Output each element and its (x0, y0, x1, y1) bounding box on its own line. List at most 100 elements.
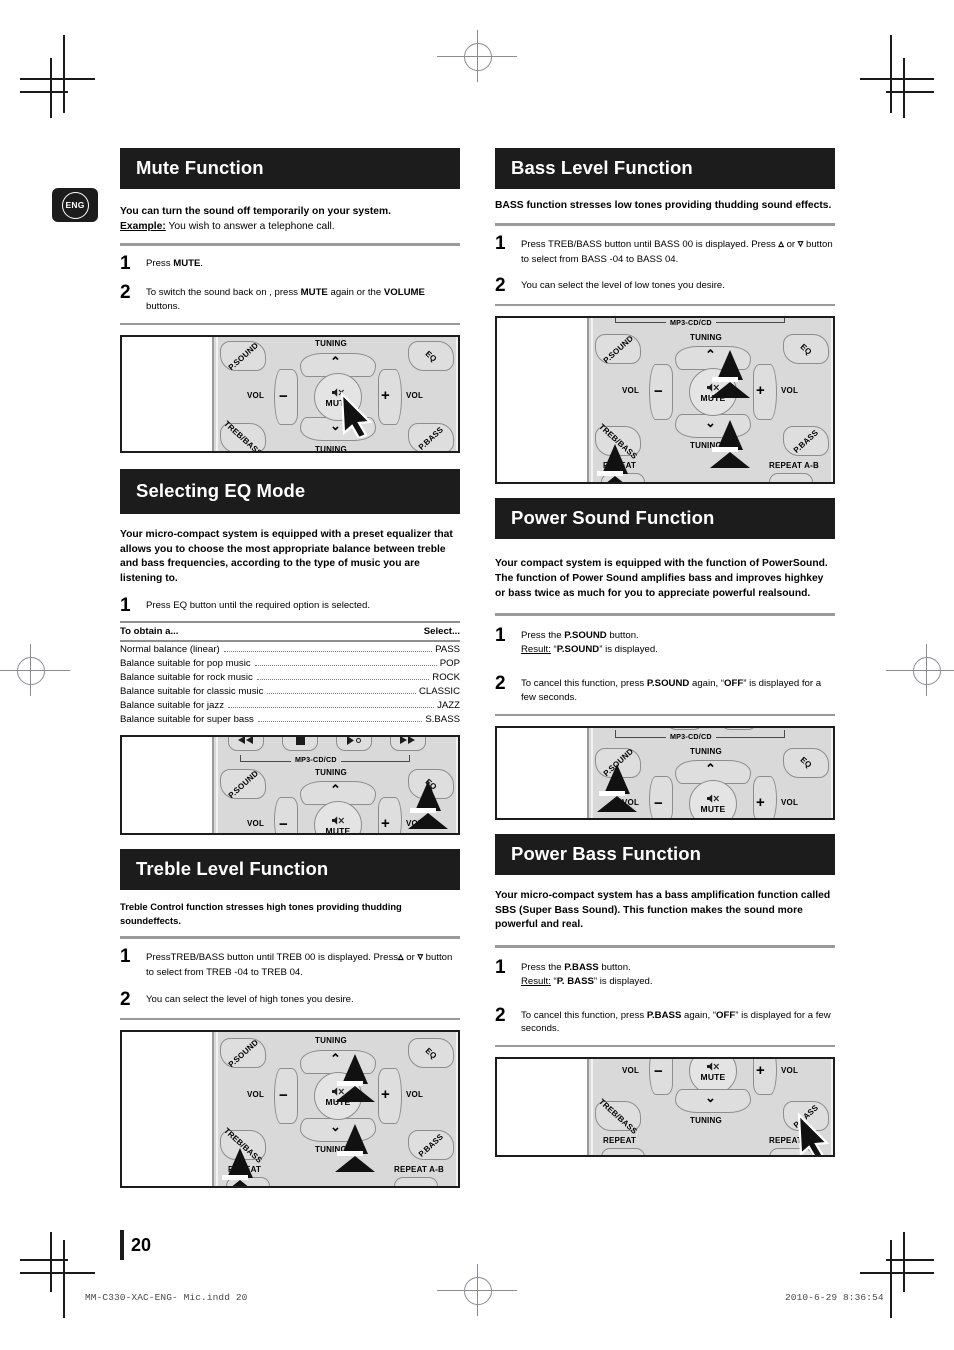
diagram-mute-remote: P.SOUND EQ TREB/BASS P.BASS TUNING TUNIN… (120, 335, 460, 454)
eq-row-label: Balance suitable for classic music (120, 685, 264, 697)
crop-mark-tl-h (20, 78, 95, 80)
chevron-up-icon: ⌃ (330, 782, 341, 798)
remote-label-mp3-cd: MP3-CD/CD (291, 755, 341, 765)
registration-line-right-v (926, 644, 927, 696)
callout-triangle-foot (335, 1086, 375, 1102)
remote-button-psound-label: P.SOUND (601, 333, 635, 366)
language-tab-eng: ENG (52, 188, 98, 222)
remote-button-eq: EQ (783, 334, 829, 365)
mute-steps: 1 Press MUTE. 2 To switch the sound back… (120, 253, 460, 314)
remote-button-trebbass: TREB/BASS (220, 419, 266, 452)
step-item: 1 Press EQ button until the required opt… (120, 595, 460, 615)
remote-button-play (336, 737, 372, 752)
crop-mark-tl-v (63, 35, 65, 113)
step-number: 1 (495, 232, 506, 254)
step-text: Press MUTE. (146, 258, 204, 270)
step-text: Press the P.SOUND button. Result: “P.SOUN… (521, 630, 658, 656)
section-header-psound: Power Sound Function (495, 498, 835, 540)
footer-timestamp: 2010-6-29 8:36:54 (785, 1292, 884, 1303)
mute-intro: You can turn the sound off temporarily o… (120, 205, 460, 234)
step-number: 2 (120, 989, 131, 1010)
crop-mark-bl-h (20, 1272, 95, 1274)
page-number: 20 (120, 1230, 151, 1260)
mute-example-line: Example: You wish to answer a telephone … (120, 220, 460, 235)
table-row: Balance suitable for jazz JAZZ (120, 698, 460, 712)
section-header-bass: Bass Level Function (495, 148, 835, 189)
treble-rule-bottom (120, 1018, 460, 1020)
step-item: 1 Press the P.SOUND button. Result: “P.SO… (495, 625, 835, 657)
treble-rule (120, 936, 460, 940)
treble-steps: 1 PressTREB/BASS button until TREB 00 is… (120, 946, 460, 1009)
remote-button-eq-label: EQ (423, 1045, 439, 1061)
remote-button-repeat-ab (769, 473, 813, 483)
crop-mark-tr-v2 (903, 58, 905, 118)
eq-steps: 1 Press EQ button until the required opt… (120, 595, 460, 615)
remote-button-mute-label: MUTE (700, 804, 726, 815)
eq-row-value: CLASSIC (418, 685, 460, 697)
callout-triangle (227, 1148, 253, 1178)
psound-rule-bottom (495, 713, 835, 716)
callout-triangle-foot (595, 476, 635, 483)
remote-label-repeat-ab: REPEAT A-B (394, 1165, 444, 1174)
leader-dots (228, 701, 435, 708)
registration-mark-left (17, 657, 45, 685)
remote-label-tuning-top: TUNING (690, 746, 722, 756)
step-text: Press TREB/BASS button until BASS 00 is … (521, 237, 833, 265)
callout-triangle (717, 420, 743, 451)
remote-button-pbass-label: P.BASS (791, 428, 821, 455)
chevron-up-icon: ⌃ (330, 354, 341, 370)
remote-button-mute-label: MUTE (325, 825, 351, 836)
psound-rule (495, 613, 835, 617)
table-row: Normal balance (linear) PASS (120, 642, 460, 656)
fast-forward-icon (400, 737, 415, 745)
registration-mark-top (464, 43, 492, 71)
diagram-psound-remote: MP3-CD/CD P.SOUND EQ TUNING ⌃ VOL − + VO… (495, 725, 835, 820)
eq-row-value: S.BASS (425, 713, 460, 725)
eq-row-label: Balance suitable for jazz (120, 699, 224, 711)
diagram-eq-remote: MP3-CD/CD P.SOUND EQ TUNING ⌃ VOL − + VO… (120, 735, 460, 836)
step-number: 2 (120, 282, 131, 304)
step-number: 2 (495, 1004, 506, 1026)
callout-triangle (602, 444, 628, 475)
mute-rule (120, 243, 460, 247)
remote-label-vol-right: VOL (781, 386, 799, 396)
callout-triangle-foot (335, 1156, 375, 1172)
footer-filename: MM-C330-XAC-ENG- Mic.indd 20 (85, 1292, 248, 1303)
chevron-up-icon: ⌃ (705, 760, 716, 776)
section-header-mute: Mute Function (120, 148, 460, 189)
plus-icon: + (381, 387, 390, 405)
remote-button-psound: P.SOUND (220, 1037, 266, 1069)
remote-button-eq-label: EQ (798, 755, 814, 771)
remote-button-stop (282, 737, 318, 752)
step-number: 1 (495, 625, 506, 647)
page-number-label: 20 (131, 1234, 152, 1255)
step-text: You can select the level of high tones y… (146, 994, 354, 1005)
crop-mark-bl-h2 (20, 1259, 68, 1261)
step-text: PressTREB/BASS button until TREB 00 is d… (146, 951, 453, 979)
chevron-down-icon: ⌄ (330, 1119, 341, 1134)
remote-label-tuning-bottom: TUNING (315, 445, 347, 454)
rewind-icon (238, 737, 253, 745)
mute-speaker-icon (706, 1062, 719, 1071)
psound-intro: Your compact system is equipped with the… (495, 558, 828, 599)
remote-label-tuning-top: TUNING (315, 768, 347, 778)
table-row: Balance suitable for classic music CLASS… (120, 684, 460, 698)
chevron-down-icon: ⌄ (705, 1090, 716, 1106)
remote-button-psound: P.SOUND (220, 769, 266, 800)
eq-row-label: Normal balance (linear) (120, 643, 220, 655)
minus-icon: − (654, 1063, 663, 1081)
crop-mark-br-v (890, 1240, 892, 1318)
remote-button-eq-label: EQ (798, 342, 814, 357)
remote-label-vol-left: VOL (622, 1066, 640, 1076)
plus-icon: + (756, 1062, 765, 1080)
remote-label-vol-left: VOL (247, 391, 265, 401)
remote-button-pbass-label: P.BASS (416, 1131, 446, 1159)
remote-label-tuning-bottom: TUNING (690, 1116, 722, 1126)
step-text: To cancel this function, press P.SOUND a… (521, 678, 822, 703)
left-column: Mute Function You can turn the sound off… (120, 148, 460, 1188)
chevron-up-icon: ⌃ (330, 1051, 341, 1066)
callout-triangle (604, 763, 630, 794)
registration-line-bottom-v (477, 1264, 478, 1316)
psound-steps: 1 Press the P.SOUND button. Result: “P.SO… (495, 625, 835, 705)
treble-intro: Treble Control function stresses high to… (120, 901, 402, 926)
